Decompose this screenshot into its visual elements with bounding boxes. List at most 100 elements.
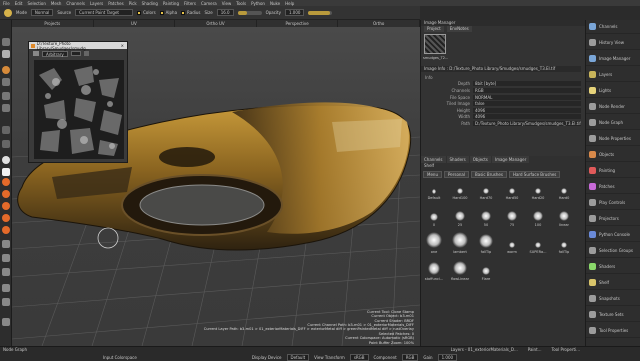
white-swatch-icon[interactable] bbox=[2, 168, 10, 176]
menu-view[interactable]: View bbox=[222, 1, 232, 6]
right-panel-item[interactable]: Texture Sets bbox=[586, 308, 640, 322]
tab-project[interactable]: Project bbox=[424, 26, 444, 32]
display-device-dropdown[interactable]: Default bbox=[286, 353, 310, 361]
fill-tool-icon[interactable] bbox=[2, 126, 10, 134]
right-panel-item[interactable]: Lights bbox=[586, 84, 640, 98]
menu-selection[interactable]: Selection bbox=[27, 1, 45, 6]
shelf-brush-item[interactable]: Hard100 bbox=[449, 180, 471, 200]
gain-field[interactable]: 1.000 bbox=[437, 353, 458, 361]
right-panel-item[interactable]: Painting bbox=[586, 164, 640, 178]
shelf-tab-hard-surface-brushes[interactable]: Hard Surface Brushes bbox=[508, 171, 561, 178]
shelf-brush-item[interactable]: 100 bbox=[527, 207, 549, 227]
shelf-tab-basic-brushes[interactable]: Basic Brushes bbox=[471, 171, 507, 178]
right-panel-item[interactable]: Python Console bbox=[586, 228, 640, 242]
shelf-tab-personal[interactable]: Personal bbox=[443, 171, 469, 178]
right-panel-item[interactable]: Layers bbox=[586, 68, 640, 82]
size-slider[interactable] bbox=[237, 10, 262, 15]
right-panel-item[interactable]: Play Controls bbox=[586, 196, 640, 210]
mask-tool-icon[interactable] bbox=[2, 254, 10, 262]
colors-checkbox[interactable] bbox=[137, 10, 142, 15]
right-panel-item[interactable]: Shelf bbox=[586, 276, 640, 290]
orange-brush-4-icon[interactable] bbox=[2, 214, 10, 222]
shelf-brush-item[interactable]: Hard50 bbox=[501, 180, 523, 200]
orange-brush-5-icon[interactable] bbox=[2, 226, 10, 234]
source-dropdown[interactable]: Current Paint Target bbox=[75, 9, 134, 16]
menu-nuke[interactable]: Nuke bbox=[270, 1, 280, 6]
shelf-brush-item[interactable]: worm bbox=[501, 234, 523, 254]
stencil-tool-icon[interactable] bbox=[2, 268, 10, 276]
shelf-brush-item[interactable]: Default bbox=[423, 180, 445, 200]
shelf-brush-item[interactable]: stoffunci... bbox=[423, 261, 445, 281]
alpha-toggle[interactable]: Alpha bbox=[159, 10, 177, 15]
tab-projects[interactable]: Projects bbox=[12, 20, 94, 27]
menu-edit[interactable]: Edit bbox=[15, 1, 23, 6]
right-panel-item[interactable]: Tool Properties bbox=[586, 324, 640, 338]
right-panel-item[interactable]: Image Manager bbox=[586, 52, 640, 66]
colors-toggle[interactable]: Colors bbox=[137, 10, 156, 15]
floating-image-window[interactable]: D:/Texture_Photo Library/Smudges/smudg..… bbox=[28, 41, 128, 163]
shelf-brush-item[interactable]: linear bbox=[553, 207, 575, 227]
brush-tool-icon[interactable] bbox=[4, 8, 12, 17]
camera-tool-icon[interactable] bbox=[2, 284, 10, 292]
menu-filters[interactable]: Filters bbox=[184, 1, 196, 6]
shelf-brush-item[interactable]: 25 bbox=[449, 207, 471, 227]
menu-camera[interactable]: Camera bbox=[201, 1, 217, 6]
menu-patches[interactable]: Patches bbox=[108, 1, 124, 6]
tool-properties-tab[interactable]: Tool Properti... bbox=[551, 347, 580, 353]
paint-tab[interactable]: Paint... bbox=[528, 347, 542, 353]
opacity-field[interactable]: 1.000 bbox=[284, 9, 305, 16]
orange-brush-icon[interactable] bbox=[2, 178, 10, 186]
view-transform-dropdown[interactable]: sRGB bbox=[349, 353, 369, 361]
right-panel-item[interactable]: Node Graph bbox=[586, 116, 640, 130]
tab-image-manager[interactable]: Image Manager bbox=[491, 156, 530, 163]
shelf-brush-item[interactable]: one bbox=[423, 232, 445, 254]
menu-channels[interactable]: Channels bbox=[66, 1, 85, 6]
shelf-brush-item[interactable]: Hard70 bbox=[475, 180, 497, 200]
menu-help[interactable]: Help bbox=[285, 1, 294, 6]
orange-brush-2-icon[interactable] bbox=[2, 190, 10, 198]
menu-python[interactable]: Python bbox=[251, 1, 265, 6]
close-icon[interactable]: × bbox=[121, 43, 124, 48]
file-space-dropdown[interactable]: NORMAL bbox=[473, 94, 581, 100]
component-dropdown[interactable]: RGB bbox=[401, 353, 419, 361]
node-graph-tab[interactable]: Node Graph bbox=[3, 347, 27, 353]
shelf-brush-item[interactable]: fallTip bbox=[475, 233, 497, 254]
right-panel-item[interactable]: Patches bbox=[586, 180, 640, 194]
shelf-brush-item[interactable]: 75 bbox=[501, 207, 523, 227]
radius-toggle[interactable]: Radius bbox=[181, 10, 200, 15]
shelf-brush-item[interactable]: fallTip bbox=[553, 234, 575, 254]
tab-shaders[interactable]: Shaders bbox=[446, 156, 469, 163]
menu-mesh[interactable]: Mesh bbox=[51, 1, 62, 6]
smear-tool-icon[interactable] bbox=[2, 92, 10, 100]
right-panel-item[interactable]: Projectors bbox=[586, 212, 640, 226]
fit-icon[interactable] bbox=[83, 51, 89, 56]
right-panel-item[interactable]: Node Render bbox=[586, 100, 640, 114]
tab-envnotes[interactable]: EnvNotes bbox=[446, 26, 472, 32]
tab-uv[interactable]: UV bbox=[94, 20, 176, 27]
eraser-tool-icon[interactable] bbox=[2, 78, 10, 86]
right-panel-item[interactable]: Snapshots bbox=[586, 292, 640, 306]
menu-painting[interactable]: Painting bbox=[163, 1, 179, 6]
clone-tool-icon[interactable] bbox=[2, 104, 10, 112]
zoom-field[interactable] bbox=[70, 51, 81, 56]
floating-window-titlebar[interactable]: D:/Texture_Photo Library/Smudges/smudg..… bbox=[29, 41, 127, 51]
paint-tool-icon[interactable] bbox=[2, 66, 10, 74]
mode-dropdown[interactable]: Normal bbox=[30, 9, 54, 16]
arbitrary-dropdown[interactable]: Arbitrary bbox=[42, 50, 68, 57]
shelf-tab-menu[interactable]: Menu bbox=[423, 171, 442, 178]
shelf-brush-item[interactable]: Hard20 bbox=[527, 180, 549, 200]
menu-file[interactable]: File bbox=[3, 1, 10, 6]
right-panel-item[interactable]: Shaders bbox=[586, 260, 640, 274]
menu-shading[interactable]: Shading bbox=[142, 1, 158, 6]
size-field[interactable]: 16.0 bbox=[216, 9, 234, 16]
alpha-checkbox[interactable] bbox=[159, 10, 164, 15]
right-panel-item[interactable]: Node Properties bbox=[586, 132, 640, 146]
right-panel-item[interactable]: Channels bbox=[586, 20, 640, 34]
move-tool-icon[interactable] bbox=[2, 50, 10, 58]
tab-ortho[interactable]: Ortho bbox=[338, 20, 420, 27]
menu-tools[interactable]: Tools bbox=[236, 1, 246, 6]
transform-tool-icon[interactable] bbox=[2, 240, 10, 248]
tab-ortho-uv[interactable]: Ortho UV bbox=[175, 20, 257, 27]
image-thumbnail[interactable] bbox=[424, 34, 446, 54]
shelf-brush-item[interactable]: Hard0 bbox=[553, 180, 575, 200]
